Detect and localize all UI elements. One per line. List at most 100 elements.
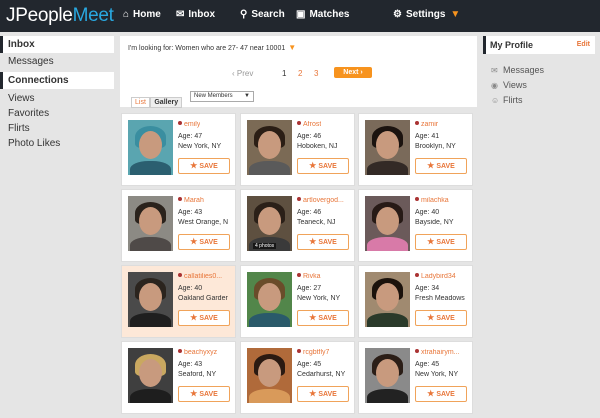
chevron-down-icon: ▼ (288, 43, 297, 52)
member-location: Brooklyn, NY (415, 143, 456, 150)
sidebar-item-photo-likes[interactable]: Photo Likes (0, 135, 114, 152)
member-card[interactable]: rcgbtfly7 Age: 45 Cedarhurst, NY ★ SAVE (240, 341, 355, 414)
my-profile-title[interactable]: My Profile (490, 40, 533, 50)
member-username[interactable]: Afrost (297, 121, 321, 128)
save-button[interactable]: ★ SAVE (415, 234, 467, 250)
member-age: Age: 47 (178, 133, 203, 140)
logo-people: People (15, 5, 73, 26)
nav-matches[interactable]: ▣ Matches (296, 9, 349, 20)
nav-inbox[interactable]: ✉ Inbox (176, 9, 215, 20)
nav-settings[interactable]: ⚙ Settings ▼ (393, 9, 460, 20)
member-location: West Orange, N (178, 219, 229, 226)
next-label: Next (343, 69, 359, 76)
member-username[interactable]: Rivka (297, 273, 321, 280)
member-photo[interactable] (128, 272, 173, 327)
member-card[interactable]: 4 photos artlovergod... Age: 46 Teaneck, NJ… (240, 189, 355, 262)
member-location: New York, NY (415, 371, 459, 378)
member-photo[interactable] (365, 348, 410, 403)
member-photo[interactable] (365, 120, 410, 175)
online-status-dot (297, 273, 301, 277)
member-photo[interactable]: 4 photos (247, 196, 292, 251)
member-photo[interactable] (247, 348, 292, 403)
sidebar-item-messages[interactable]: Messages (0, 53, 114, 70)
member-card[interactable]: Rivka Age: 27 New York, NY ★ SAVE (240, 265, 355, 338)
looking-for-filter[interactable]: I'm looking for: Women who are 27- 47 ne… (128, 43, 296, 52)
member-card[interactable]: zamir Age: 41 Brooklyn, NY ★ SAVE (358, 113, 473, 186)
save-button[interactable]: ★ SAVE (297, 158, 349, 174)
edit-profile-link[interactable]: Edit (577, 41, 590, 48)
save-button[interactable]: ★ SAVE (415, 158, 467, 174)
photo-face (258, 131, 281, 159)
save-button[interactable]: ★ SAVE (178, 310, 230, 326)
right-link-flirts[interactable]: ☺ Flirts (483, 93, 595, 107)
member-photo[interactable] (365, 196, 410, 251)
page-2[interactable]: 2 (298, 69, 302, 78)
member-card[interactable]: milachka Age: 40 Bayside, NY ★ SAVE (358, 189, 473, 262)
nav-search[interactable]: ⚲ Search (240, 9, 285, 20)
site-logo[interactable]: JPeopleMeet (6, 5, 114, 27)
save-label: SAVE (436, 239, 455, 246)
sidebar-item-inbox[interactable]: Inbox (0, 36, 114, 53)
member-card[interactable]: callatilies0... Age: 40 Oakland Garder ★ SAV… (121, 265, 236, 338)
member-card[interactable]: xtrahairym... Age: 45 New York, NY ★ SAVE (358, 341, 473, 414)
save-button[interactable]: ★ SAVE (178, 234, 230, 250)
member-username[interactable]: Ladybird34 (415, 273, 456, 280)
member-card[interactable]: Afrost Age: 46 Hoboken, NJ ★ SAVE (240, 113, 355, 186)
star-icon: ★ (190, 237, 198, 246)
member-photo[interactable] (365, 272, 410, 327)
right-link-views[interactable]: ◉ Views (483, 78, 595, 92)
photo-body (367, 237, 408, 251)
photo-face (139, 359, 162, 387)
save-button[interactable]: ★ SAVE (415, 310, 467, 326)
member-username[interactable]: zamir (415, 121, 438, 128)
member-card[interactable]: beachyxyz Age: 43 Seaford, NY ★ SAVE (121, 341, 236, 414)
member-username[interactable]: artlovergod... (297, 197, 344, 204)
member-photo[interactable] (247, 120, 292, 175)
member-age: Age: 45 (415, 361, 440, 368)
save-button[interactable]: ★ SAVE (297, 310, 349, 326)
member-username[interactable]: rcgbtfly7 (297, 349, 329, 356)
member-age: Age: 27 (297, 285, 322, 292)
member-username[interactable]: xtrahairym... (415, 349, 460, 356)
member-card[interactable]: Marah Age: 43 West Orange, N ★ SAVE (121, 189, 236, 262)
member-card[interactable]: Ladybird34 Age: 34 Fresh Meadows ★ SAVE (358, 265, 473, 338)
photo-face (258, 207, 281, 235)
sort-select[interactable]: New Members ▼ (190, 91, 254, 102)
gallery-view-button[interactable]: Gallery (150, 97, 183, 108)
left-sidebar: Inbox Messages Connections Views Favorit… (0, 36, 114, 152)
star-icon: ★ (309, 237, 317, 246)
sidebar-item-connections[interactable]: Connections (0, 72, 114, 89)
save-button[interactable]: ★ SAVE (297, 386, 349, 402)
prev-page-link[interactable]: ‹ Prev (232, 69, 253, 78)
member-username[interactable]: Marah (178, 197, 204, 204)
member-age: Age: 45 (297, 361, 322, 368)
next-page-button[interactable]: Next › (334, 67, 372, 78)
member-username-text: rcgbtfly7 (303, 349, 330, 356)
member-username[interactable]: milachka (415, 197, 449, 204)
member-username[interactable]: beachyxyz (178, 349, 217, 356)
member-photo[interactable] (128, 120, 173, 175)
member-card[interactable]: emily Age: 47 New York, NY ★ SAVE (121, 113, 236, 186)
photo-face (139, 207, 162, 235)
list-view-button[interactable]: List (131, 97, 150, 108)
member-username-text: zamir (421, 121, 439, 128)
member-photo[interactable] (128, 196, 173, 251)
member-photo[interactable] (247, 272, 292, 327)
online-status-dot (415, 197, 419, 201)
right-link-views-label: Views (503, 80, 527, 90)
online-status-dot (178, 197, 182, 201)
save-label: SAVE (199, 391, 218, 398)
photo-body (367, 161, 408, 175)
save-button[interactable]: ★ SAVE (297, 234, 349, 250)
save-button[interactable]: ★ SAVE (178, 386, 230, 402)
page-3[interactable]: 3 (314, 69, 318, 78)
member-location: Hoboken, NJ (297, 143, 338, 150)
member-photo[interactable] (128, 348, 173, 403)
save-button[interactable]: ★ SAVE (415, 386, 467, 402)
nav-home[interactable]: ⌂ Home (123, 9, 161, 20)
member-username[interactable]: callatilies0... (178, 273, 222, 280)
page-1[interactable]: 1 (282, 69, 286, 78)
save-button[interactable]: ★ SAVE (178, 158, 230, 174)
right-link-messages[interactable]: ✉ Messages (483, 63, 595, 77)
member-username[interactable]: emily (178, 121, 200, 128)
